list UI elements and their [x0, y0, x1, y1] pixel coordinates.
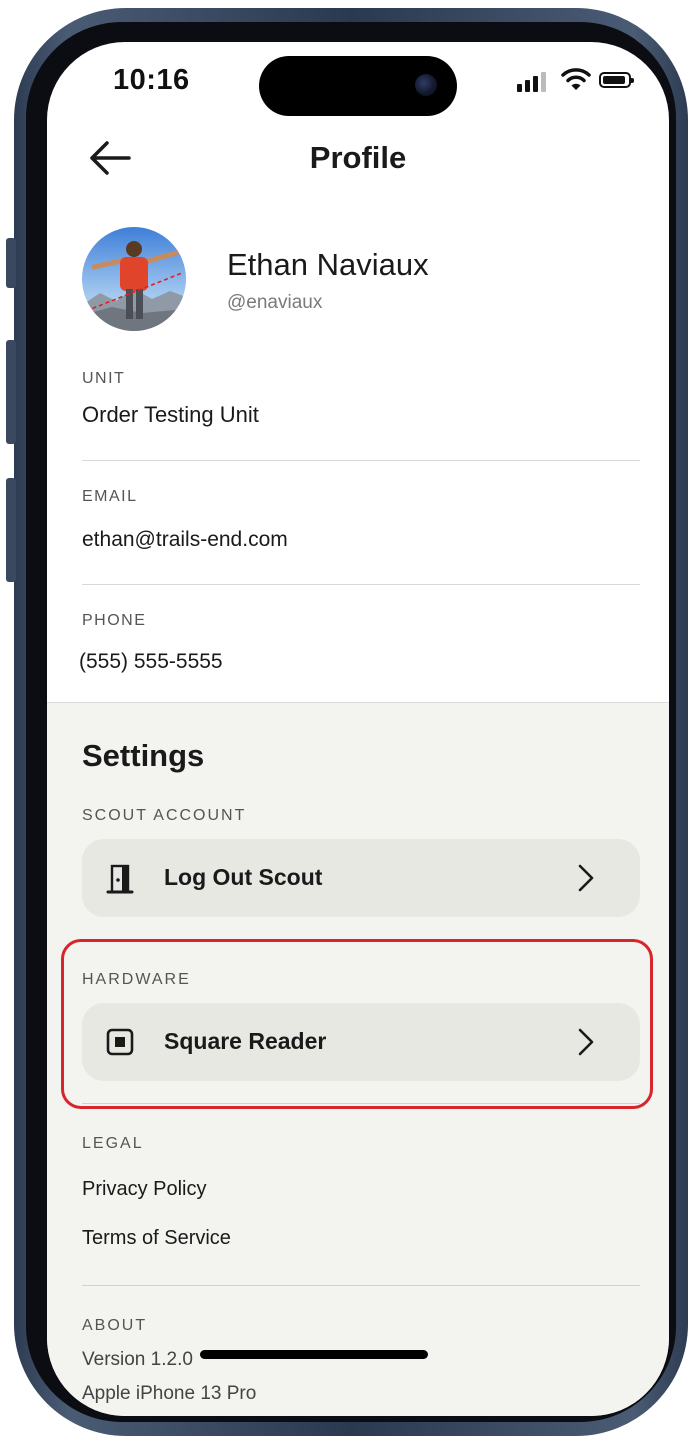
status-bar: 10:16	[47, 42, 669, 122]
privacy-policy-link[interactable]: Privacy Policy	[82, 1178, 206, 1201]
profile-handle: @enaviaux	[227, 292, 323, 313]
divider	[82, 460, 640, 461]
terms-of-service-link[interactable]: Terms of Service	[82, 1227, 231, 1250]
version-text: Version 1.2.0	[82, 1349, 193, 1370]
log-out-scout-button[interactable]: Log Out Scout	[82, 839, 640, 917]
phone-label: PHONE	[82, 612, 147, 629]
phone-value: (555) 555-5555	[79, 650, 223, 673]
cellular-signal-icon	[517, 72, 546, 92]
page-title: Profile	[309, 140, 407, 175]
door-icon	[106, 864, 134, 894]
wifi-icon	[561, 68, 591, 90]
square-reader-button[interactable]: Square Reader	[82, 1003, 640, 1081]
home-indicator[interactable]	[200, 1350, 428, 1359]
profile-name: Ethan Naviaux	[227, 247, 429, 282]
avatar[interactable]	[82, 227, 186, 331]
chevron-right-icon	[578, 864, 594, 892]
settings-section: Settings SCOUT ACCOUNT Log Out Scout HAR…	[47, 702, 669, 1416]
status-time: 10:16	[113, 64, 190, 96]
divider	[82, 584, 640, 585]
email-value: ethan@trails-end.com	[82, 528, 288, 551]
status-icons	[509, 66, 639, 96]
square-reader-label: Square Reader	[164, 1028, 327, 1054]
action-button	[6, 238, 16, 288]
unit-value: Order Testing Unit	[82, 402, 259, 427]
legal-label: LEGAL	[82, 1135, 144, 1152]
device-text: Apple iPhone 13 Pro	[82, 1383, 257, 1404]
about-label: ABOUT	[82, 1317, 148, 1334]
chevron-right-icon	[578, 1028, 594, 1056]
volume-down-button	[6, 478, 16, 582]
dynamic-island	[259, 56, 457, 116]
battery-icon	[599, 72, 634, 88]
email-label: EMAIL	[82, 488, 138, 505]
screen: 10:16 Profile Ethan Naviaux @enaviaux UN…	[47, 42, 669, 1416]
avatar-photo	[82, 227, 186, 331]
settings-heading: Settings	[82, 738, 205, 773]
camera-icon	[415, 74, 437, 96]
square-reader-icon	[106, 1028, 134, 1056]
unit-label: UNIT	[82, 370, 126, 387]
scout-account-label: SCOUT ACCOUNT	[82, 807, 247, 824]
hardware-label: HARDWARE	[82, 971, 191, 988]
divider	[82, 1103, 640, 1104]
divider	[82, 1285, 640, 1286]
volume-up-button	[6, 340, 16, 444]
log-out-scout-label: Log Out Scout	[164, 864, 323, 890]
